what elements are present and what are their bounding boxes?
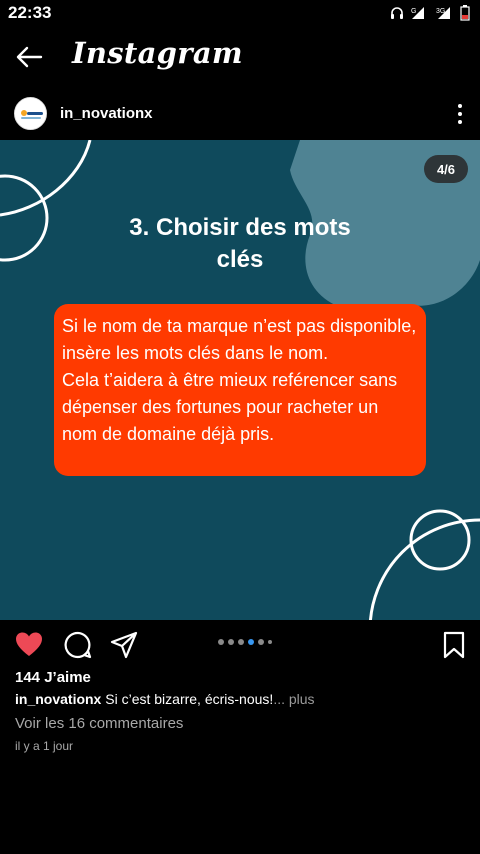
signal-g-icon: G [411, 7, 424, 19]
post-actions [0, 620, 480, 668]
likes-count[interactable]: 144 J’aime [15, 669, 91, 686]
slide-title-line1: 3. Choisir des mots [129, 214, 351, 241]
app-bar: Instagram [0, 26, 480, 88]
caption: in_novationx Si c’est bizarre, écris-nou… [15, 691, 315, 707]
like-heart-icon[interactable] [15, 631, 43, 659]
svg-text:3G: 3G [436, 8, 445, 15]
carousel-dot [238, 639, 244, 645]
back-arrow-icon[interactable] [14, 42, 44, 72]
carousel-dot [268, 640, 272, 644]
status-icons: G 3G [390, 4, 470, 22]
carousel-dot-active [248, 639, 254, 645]
more-options-icon[interactable] [454, 102, 466, 126]
comment-icon[interactable] [64, 631, 92, 659]
share-icon[interactable] [110, 631, 138, 659]
instagram-logo: Instagram [72, 36, 243, 70]
signal-3g-icon: 3G [436, 7, 450, 19]
avatar[interactable] [14, 97, 47, 130]
slide-title-line2: clés [216, 246, 264, 273]
carousel-counter: 4/6 [424, 155, 468, 183]
post-username[interactable]: in_novationx [60, 105, 153, 122]
slide-callout: Si le nom de ta marque n’est pas disponi… [54, 304, 426, 476]
carousel-dot [228, 639, 234, 645]
caption-text: Si c’est bizarre, écris-nous! [101, 691, 274, 707]
caption-more-link[interactable]: ... plus [273, 691, 314, 707]
caption-username[interactable]: in_novationx [15, 691, 101, 707]
slide-title: 3. Choisir des mots clés [0, 212, 480, 276]
headphones-icon [391, 7, 403, 19]
carousel-indicator [218, 639, 272, 645]
slide-body-text: Si le nom de ta marque n’est pas disponi… [62, 316, 417, 444]
avatar-logo-icon [15, 98, 46, 129]
battery-low-icon [460, 5, 470, 21]
svg-text:G: G [411, 8, 416, 15]
post-header: in_novationx [0, 88, 480, 140]
post-timestamp: il y a 1 jour [15, 739, 74, 753]
bookmark-icon[interactable] [440, 631, 468, 659]
status-bar: 22:33 G 3G [0, 0, 480, 26]
view-comments-link[interactable]: Voir les 16 commentaires [15, 715, 183, 732]
status-time: 22:33 [8, 3, 52, 22]
post-image[interactable]: 4/6 3. Choisir des mots clés Si le nom d… [0, 140, 480, 620]
carousel-dot [218, 639, 224, 645]
carousel-dot [258, 639, 264, 645]
